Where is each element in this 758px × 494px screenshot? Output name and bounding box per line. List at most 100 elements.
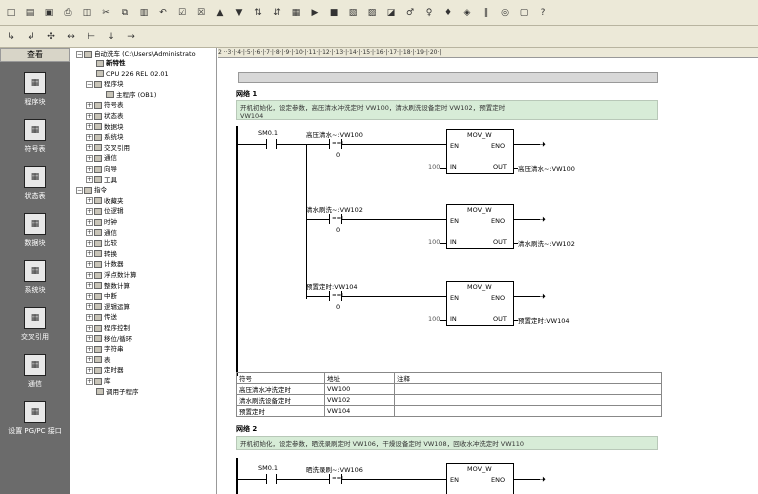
nav-item[interactable]: ▦ 通信 (0, 352, 70, 398)
tree-item[interactable]: + 中断 (86, 292, 117, 301)
coil-button[interactable]: ◎ (498, 6, 512, 20)
tree-item[interactable]: + 定时器 (86, 366, 124, 375)
expand-icon[interactable]: + (86, 123, 93, 131)
network-delete-button[interactable]: ↲ (24, 30, 38, 44)
box-button[interactable]: ▢ (517, 6, 531, 20)
collapse-icon[interactable]: − (86, 80, 93, 88)
tree-item[interactable]: + 数据块 (86, 123, 124, 132)
tree-item[interactable]: + 转换 (86, 250, 117, 259)
undo-button[interactable]: ↶ (156, 6, 170, 20)
network-insert-button[interactable]: ↳ (4, 30, 18, 44)
nav-item[interactable]: ▦ 交叉引用 (0, 305, 70, 351)
expand-icon[interactable]: + (86, 154, 93, 162)
expand-icon[interactable]: + (86, 239, 93, 247)
tree-item[interactable]: + 比较 (86, 239, 117, 248)
expand-icon[interactable]: + (86, 101, 93, 109)
print-preview-button[interactable]: ◫ (80, 6, 94, 20)
tree-item[interactable]: + 系统块 (86, 133, 124, 142)
tree-item[interactable]: + 程序控制 (86, 324, 130, 333)
expand-icon[interactable]: + (86, 345, 93, 353)
read-all-button[interactable]: ♦ (441, 6, 455, 20)
tree-item[interactable]: + 整数计算 (86, 282, 130, 291)
options-button[interactable]: ▦ (289, 6, 303, 20)
nav-item[interactable]: ▦ 设置 PG/PC 接口 (0, 399, 70, 445)
mov-w-box[interactable]: MOV_W EN ENO IN OUT (446, 129, 514, 174)
expand-icon[interactable]: + (86, 218, 93, 226)
write-all-button[interactable]: ◈ (460, 6, 474, 20)
run-button[interactable]: ▶ (308, 6, 322, 20)
help-button[interactable]: ? (536, 6, 550, 20)
arrow-button[interactable]: → (124, 30, 138, 44)
tree-item[interactable]: + 交叉引用 (86, 144, 130, 153)
expand-icon[interactable]: + (86, 324, 93, 332)
expand-icon[interactable]: + (86, 313, 93, 321)
nav-item[interactable]: ▦ 符号表 (0, 117, 70, 163)
table-row[interactable]: 清水刷洗设备定时 VW102 (236, 394, 662, 406)
stop-button[interactable]: ■ (327, 6, 341, 20)
nav-item[interactable]: ▦ 系统块 (0, 258, 70, 304)
expand-icon[interactable]: + (86, 377, 93, 385)
tree-item[interactable]: + 浮点数计算 (86, 271, 137, 280)
tree-item[interactable]: + 位逻辑 (86, 207, 124, 216)
trend-button[interactable]: ◪ (384, 6, 398, 20)
contact-button[interactable]: ‖ (479, 6, 493, 20)
in-value[interactable]: 100 (428, 315, 440, 323)
tree-item[interactable]: − 指令 (76, 186, 107, 195)
expand-icon[interactable]: + (86, 197, 93, 205)
tree-item[interactable]: + 逻辑运算 (86, 303, 130, 312)
network-2-title[interactable]: 网络 2 (236, 424, 257, 434)
tree-item[interactable]: + 字符串 (86, 345, 124, 354)
out-value[interactable]: 高压清水~:VW100 (518, 163, 575, 173)
status-chart-button[interactable]: ▧ (346, 6, 360, 20)
tree-item[interactable]: + 向导 (86, 165, 117, 174)
tree-project-root[interactable]: − 自动洗车 (C:\Users\Administrato (76, 50, 196, 59)
sort-asc-button[interactable]: ⇅ (251, 6, 265, 20)
expand-icon[interactable]: + (86, 303, 93, 311)
collapse-icon[interactable]: − (76, 186, 83, 194)
tree-item[interactable]: + 计数器 (86, 260, 124, 269)
in-value[interactable]: 100 (428, 163, 440, 171)
tree-item[interactable]: 新特性 (86, 59, 126, 68)
tree-item[interactable]: + 状态表 (86, 112, 124, 121)
program-status-button[interactable]: ▨ (365, 6, 379, 20)
cross-ref-button[interactable]: ✣ (44, 30, 58, 44)
print-button[interactable]: ⎙ (61, 6, 75, 20)
force-button[interactable]: ♂ (403, 6, 417, 20)
tree-item[interactable]: + 库 (86, 377, 111, 386)
nav-item[interactable]: ▦ 数据块 (0, 211, 70, 257)
table-row[interactable]: 预置定时 VW104 (236, 405, 662, 417)
mov-w-box[interactable]: MOV_W EN ENO (446, 463, 514, 494)
expand-icon[interactable]: + (86, 133, 93, 141)
mov-w-box[interactable]: MOV_W EN ENO IN OUT (446, 204, 514, 249)
expand-icon[interactable]: + (86, 144, 93, 152)
network-2-comment[interactable]: 开机初始化，设定参数，晒洗录刷定时 VW106，干燥设备定时 VW108，回收水… (236, 436, 658, 450)
nav-item[interactable]: ▦ 状态表 (0, 164, 70, 210)
expand-icon[interactable]: + (86, 250, 93, 258)
expand-icon[interactable]: + (86, 112, 93, 120)
expand-icon[interactable]: + (86, 271, 93, 279)
expand-icon[interactable]: + (86, 366, 93, 374)
out-value[interactable]: 清水刷洗~:VW102 (518, 238, 575, 248)
out-value[interactable]: 预置定时:VW104 (518, 315, 569, 325)
in-value[interactable]: 100 (428, 238, 440, 246)
tree-item[interactable]: + 收藏夹 (86, 197, 124, 206)
tree-item[interactable]: 主程序 (OB1) (96, 91, 156, 100)
download-button[interactable]: ▼ (232, 6, 246, 20)
tree-item[interactable]: CPU 226 REL 02.01 (86, 70, 169, 79)
tree-item[interactable]: + 通信 (86, 154, 117, 163)
tree-item[interactable]: + 时钟 (86, 218, 117, 227)
compile-button[interactable]: ☑ (175, 6, 189, 20)
open-button[interactable]: ▤ (23, 6, 37, 20)
tree-item[interactable]: + 符号表 (86, 101, 124, 110)
expand-icon[interactable]: + (86, 292, 93, 300)
expand-icon[interactable]: + (86, 260, 93, 268)
element-button[interactable]: ↔ (64, 30, 78, 44)
save-button[interactable]: ▣ (42, 6, 56, 20)
expand-icon[interactable]: + (86, 356, 93, 364)
tree-item[interactable]: 调用子程序 (86, 388, 139, 397)
expand-icon[interactable]: + (86, 282, 93, 290)
upload-button[interactable]: ▲ (213, 6, 227, 20)
line-button[interactable]: ↓ (104, 30, 118, 44)
nav-item[interactable]: ▦ 程序块 (0, 70, 70, 116)
tree-item[interactable]: + 通信 (86, 229, 117, 238)
